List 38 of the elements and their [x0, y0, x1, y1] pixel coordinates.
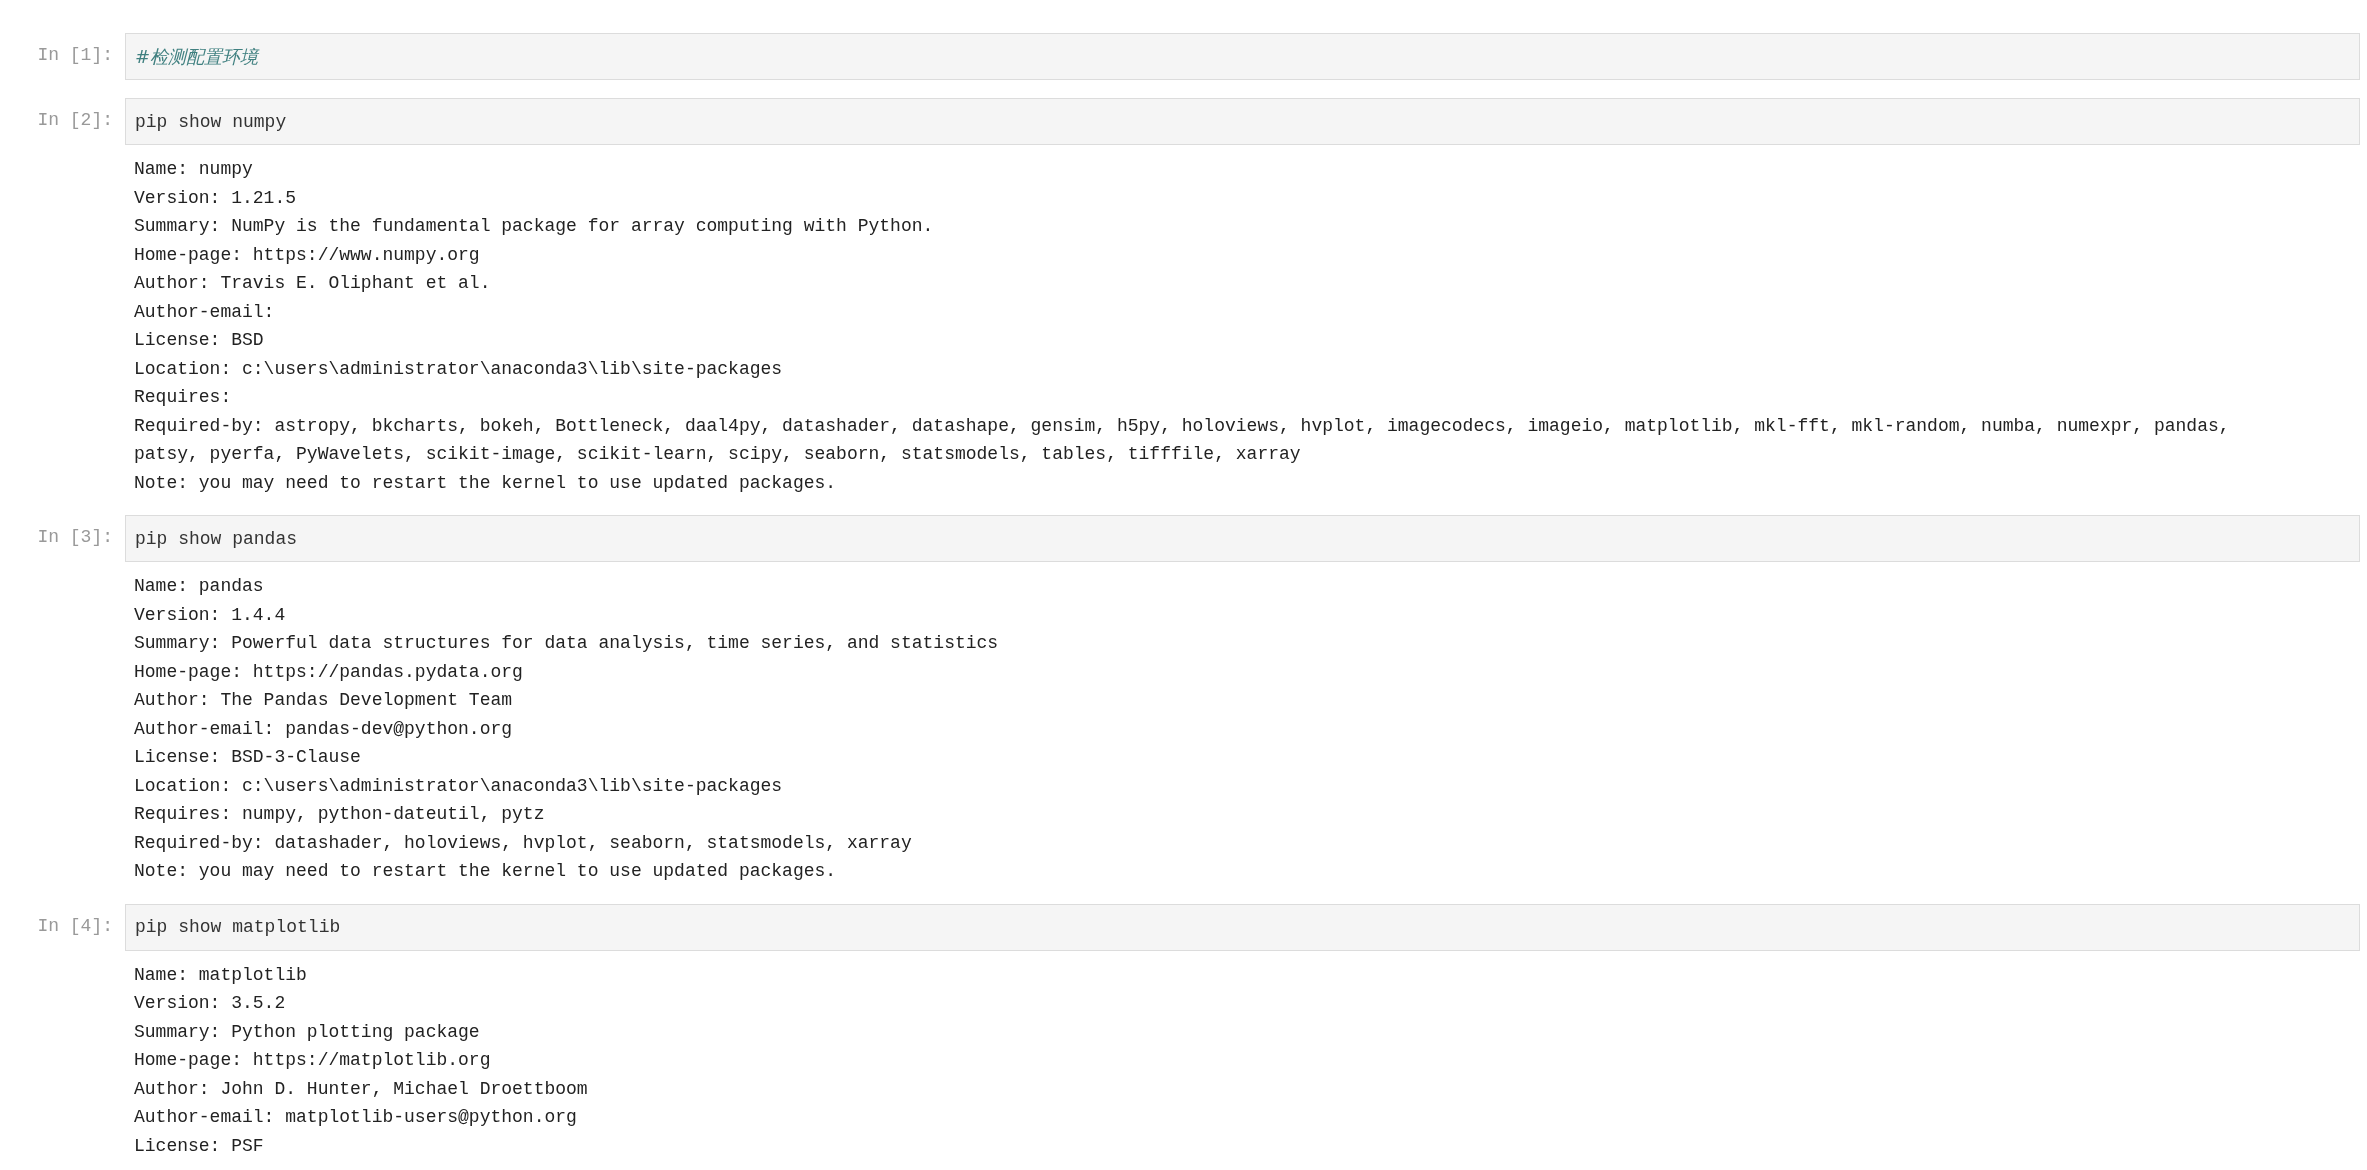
output-line: Home-page: https://matplotlib.org: [134, 1049, 491, 1072]
output-line: License: BSD: [134, 329, 264, 352]
output-line: Name: numpy: [134, 158, 253, 181]
output-line: Note: you may need to restart the kernel to use updated packages.: [134, 860, 837, 883]
output-line: Home-page: https://pandas.pydata.org: [134, 660, 523, 684]
output-line: Version: 3.5.2: [134, 992, 286, 1015]
output-line: Author: Travis E. Oliphant et al.: [134, 272, 491, 295]
output-line: Summary: Powerful data structures for data analysis, time series, and statistics: [134, 632, 999, 655]
output-line: License: BSD-3-Clause: [134, 746, 361, 769]
output-line: Requires:: [134, 386, 232, 409]
output-line: Author-email: matplotlib-users@python.org: [134, 1106, 577, 1129]
code-input-cell[interactable]: pip show numpy: [125, 98, 2360, 145]
output-line: Required-by: astropy, bkcharts, bokeh, Bottleneck, daal4py, datashader, datashape, gensim, h5py, holoviews, hvplot, imagecodecs, imageio, matplotlib, mkl-fft, mkl-random, numba, numexpr, pandas,: [134, 414, 2230, 438]
output-line: Author-email:: [134, 300, 275, 324]
output-line: Summary: NumPy is the fundamental package for array computing with Python.: [134, 215, 934, 238]
output-line: Note: you may need to restart the kernel to use updated packages.: [134, 471, 837, 495]
output-line: Summary: Python plotting package: [134, 1020, 480, 1044]
output-line: Name: pandas: [134, 575, 264, 598]
output-line: Version: 1.21.5: [134, 186, 297, 210]
cell-prompt: In [1]:: [36, 44, 113, 65]
cell-prompt: In [4]:: [36, 914, 113, 936]
output-line: Version: 1.4.4: [134, 603, 286, 627]
output-line: Location: c:\users\administrator\anaconda3\lib\site-packages: [134, 357, 783, 381]
output-line: Home-page: https://www.numpy.org: [134, 243, 480, 267]
output-line: Author: John D. Hunter, Michael Droettboom: [134, 1077, 588, 1101]
code-input-cell[interactable]: #检测配置环境: [125, 33, 2360, 80]
code-input-cell[interactable]: pip show matplotlib: [125, 903, 2360, 951]
output-line: patsy, pyerfa, PyWavelets, scikit-image, scikit-learn, scipy, seaborn, statsmodels, tables, tifffile, xarray: [134, 443, 1301, 466]
output-line: Location: c:\users\administrator\anaconda3\lib\site-packages: [134, 774, 783, 798]
cell-prompt: In [2]:: [36, 109, 113, 130]
output-line: Name: matplotlib: [134, 963, 307, 987]
output-line: Requires: numpy, python-dateutil, pytz: [134, 803, 545, 826]
code-input-cell[interactable]: pip show pandas: [125, 515, 2360, 562]
output-line: Author: The Pandas Development Team: [134, 689, 513, 712]
cell-prompt: In [3]:: [36, 526, 113, 547]
output-line: Required-by: datashader, holoviews, hvplot, seaborn, statsmodels, xarray: [134, 831, 912, 855]
output-line: License: PSF: [134, 1134, 264, 1158]
output-line: Author-email: pandas-dev@python.org: [134, 717, 513, 741]
